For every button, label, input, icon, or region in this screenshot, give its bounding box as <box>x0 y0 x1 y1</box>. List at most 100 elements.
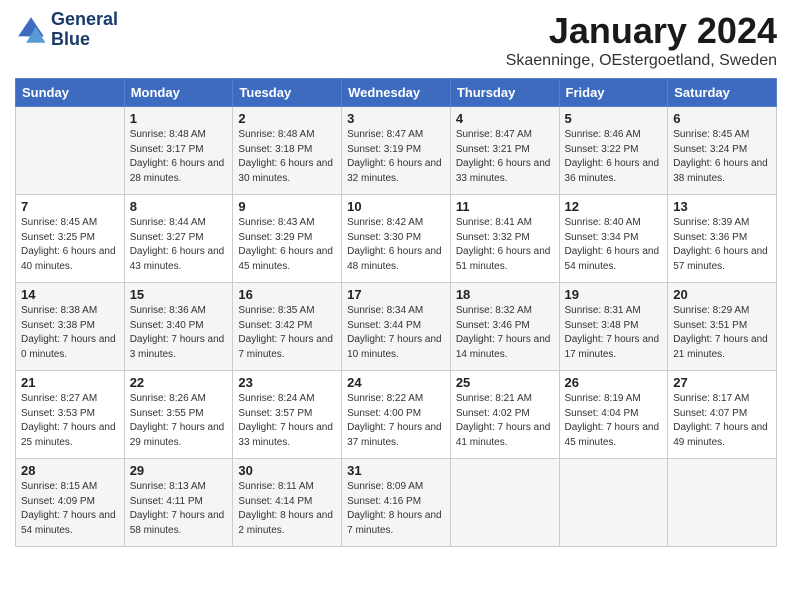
weekday-header-wednesday: Wednesday <box>342 79 451 107</box>
calendar-cell <box>668 459 777 547</box>
title-area: January 2024 Skaenninge, OEstergoetland,… <box>506 10 777 70</box>
calendar-cell: 19 Sunrise: 8:31 AMSunset: 3:48 PMDayligh… <box>559 283 668 371</box>
logo-icon <box>15 14 47 46</box>
day-number: 3 <box>347 111 445 126</box>
calendar-cell: 28Sunrise: 8:15 AMSunset: 4:09 PMDayligh… <box>16 459 125 547</box>
calendar-cell: 8 Sunrise: 8:44 AMSunset: 3:27 PMDaylight… <box>124 195 233 283</box>
calendar-week-row: 14 Sunrise: 8:38 AMSunset: 3:38 PMDayligh… <box>16 283 777 371</box>
calendar-cell: 4 Sunrise: 8:47 AMSunset: 3:21 PMDaylight… <box>450 107 559 195</box>
calendar-cell: 21 Sunrise: 8:27 AMSunset: 3:53 PMDayligh… <box>16 371 125 459</box>
day-number: 29 <box>130 463 228 478</box>
day-info: Sunrise: 8:48 AMSunset: 3:18 PMDaylight:… <box>238 128 336 186</box>
calendar-week-row: 1 Sunrise: 8:48 AMSunset: 3:17 PMDaylight… <box>16 107 777 195</box>
day-info: Sunrise: 8:36 AMSunset: 3:40 PMDaylight:… <box>130 304 228 362</box>
day-info: Sunrise: 8:21 AMSunset: 4:02 PMDaylight:… <box>456 392 554 450</box>
day-number: 20 <box>673 287 771 302</box>
day-info: Sunrise: 8:19 AMSunset: 4:04 PMDaylight:… <box>565 392 663 450</box>
day-number: 22 <box>130 375 228 390</box>
day-number: 18 <box>456 287 554 302</box>
calendar-cell: 27 Sunrise: 8:17 AMSunset: 4:07 PMDayligh… <box>668 371 777 459</box>
calendar-week-row: 28Sunrise: 8:15 AMSunset: 4:09 PMDayligh… <box>16 459 777 547</box>
day-number: 27 <box>673 375 771 390</box>
calendar-cell: 14 Sunrise: 8:38 AMSunset: 3:38 PMDayligh… <box>16 283 125 371</box>
calendar-cell: 10Sunrise: 8:42 AMSunset: 3:30 PMDayligh… <box>342 195 451 283</box>
calendar-table: SundayMondayTuesdayWednesdayThursdayFrid… <box>15 78 777 547</box>
day-info: Sunrise: 8:15 AMSunset: 4:09 PMDaylight:… <box>21 480 119 538</box>
day-info: Sunrise: 8:39 AMSunset: 3:36 PMDaylight:… <box>673 216 771 274</box>
day-info: Sunrise: 8:48 AMSunset: 3:17 PMDaylight:… <box>130 128 228 186</box>
weekday-header-thursday: Thursday <box>450 79 559 107</box>
logo-text: General Blue <box>51 10 118 50</box>
day-info: Sunrise: 8:17 AMSunset: 4:07 PMDaylight:… <box>673 392 771 450</box>
day-number: 17 <box>347 287 445 302</box>
calendar-cell: 11 Sunrise: 8:41 AMSunset: 3:32 PMDayligh… <box>450 195 559 283</box>
month-title: January 2024 <box>506 10 777 52</box>
day-info: Sunrise: 8:35 AMSunset: 3:42 PMDaylight:… <box>238 304 336 362</box>
calendar-cell: 22 Sunrise: 8:26 AMSunset: 3:55 PMDayligh… <box>124 371 233 459</box>
day-info: Sunrise: 8:40 AMSunset: 3:34 PMDaylight:… <box>565 216 663 274</box>
calendar-cell: 31 Sunrise: 8:09 AMSunset: 4:16 PMDayligh… <box>342 459 451 547</box>
calendar-cell: 9Sunrise: 8:43 AMSunset: 3:29 PMDaylight… <box>233 195 342 283</box>
day-number: 15 <box>130 287 228 302</box>
calendar-cell: 6Sunrise: 8:45 AMSunset: 3:24 PMDaylight… <box>668 107 777 195</box>
day-number: 16 <box>238 287 336 302</box>
day-number: 1 <box>130 111 228 126</box>
calendar-cell <box>450 459 559 547</box>
location-title: Skaenninge, OEstergoetland, Sweden <box>506 52 777 70</box>
day-number: 14 <box>21 287 119 302</box>
header: General Blue January 2024 Skaenninge, OE… <box>15 10 777 70</box>
calendar-cell <box>559 459 668 547</box>
calendar-cell: 29 Sunrise: 8:13 AMSunset: 4:11 PMDayligh… <box>124 459 233 547</box>
calendar-cell: 1 Sunrise: 8:48 AMSunset: 3:17 PMDaylight… <box>124 107 233 195</box>
day-info: Sunrise: 8:29 AMSunset: 3:51 PMDaylight:… <box>673 304 771 362</box>
day-number: 23 <box>238 375 336 390</box>
day-info: Sunrise: 8:32 AMSunset: 3:46 PMDaylight:… <box>456 304 554 362</box>
calendar-cell: 5 Sunrise: 8:46 AMSunset: 3:22 PMDaylight… <box>559 107 668 195</box>
calendar-cell: 26Sunrise: 8:19 AMSunset: 4:04 PMDayligh… <box>559 371 668 459</box>
day-number: 8 <box>130 199 228 214</box>
calendar-cell: 25Sunrise: 8:21 AMSunset: 4:02 PMDayligh… <box>450 371 559 459</box>
weekday-header-tuesday: Tuesday <box>233 79 342 107</box>
day-number: 30 <box>238 463 336 478</box>
day-info: Sunrise: 8:31 AMSunset: 3:48 PMDaylight:… <box>565 304 663 362</box>
calendar-week-row: 7Sunrise: 8:45 AMSunset: 3:25 PMDaylight… <box>16 195 777 283</box>
day-info: Sunrise: 8:22 AMSunset: 4:00 PMDaylight:… <box>347 392 445 450</box>
day-info: Sunrise: 8:09 AMSunset: 4:16 PMDaylight:… <box>347 480 445 538</box>
day-number: 11 <box>456 199 554 214</box>
calendar-body: 1 Sunrise: 8:48 AMSunset: 3:17 PMDaylight… <box>16 107 777 547</box>
day-info: Sunrise: 8:47 AMSunset: 3:19 PMDaylight:… <box>347 128 445 186</box>
day-number: 5 <box>565 111 663 126</box>
day-info: Sunrise: 8:44 AMSunset: 3:27 PMDaylight:… <box>130 216 228 274</box>
day-number: 4 <box>456 111 554 126</box>
day-number: 19 <box>565 287 663 302</box>
calendar-cell: 15 Sunrise: 8:36 AMSunset: 3:40 PMDayligh… <box>124 283 233 371</box>
calendar-cell: 16 Sunrise: 8:35 AMSunset: 3:42 PMDayligh… <box>233 283 342 371</box>
day-number: 13 <box>673 199 771 214</box>
day-info: Sunrise: 8:34 AMSunset: 3:44 PMDaylight:… <box>347 304 445 362</box>
weekday-header-monday: Monday <box>124 79 233 107</box>
day-info: Sunrise: 8:13 AMSunset: 4:11 PMDaylight:… <box>130 480 228 538</box>
calendar-cell <box>16 107 125 195</box>
day-number: 24 <box>347 375 445 390</box>
calendar-cell: 18 Sunrise: 8:32 AMSunset: 3:46 PMDayligh… <box>450 283 559 371</box>
weekday-header-sunday: Sunday <box>16 79 125 107</box>
day-info: Sunrise: 8:42 AMSunset: 3:30 PMDaylight:… <box>347 216 445 274</box>
day-number: 21 <box>21 375 119 390</box>
day-info: Sunrise: 8:11 AMSunset: 4:14 PMDaylight:… <box>238 480 336 538</box>
calendar-cell: 12Sunrise: 8:40 AMSunset: 3:34 PMDayligh… <box>559 195 668 283</box>
calendar-cell: 20 Sunrise: 8:29 AMSunset: 3:51 PMDayligh… <box>668 283 777 371</box>
day-number: 31 <box>347 463 445 478</box>
calendar-week-row: 21 Sunrise: 8:27 AMSunset: 3:53 PMDayligh… <box>16 371 777 459</box>
day-info: Sunrise: 8:45 AMSunset: 3:24 PMDaylight:… <box>673 128 771 186</box>
calendar-cell: 13 Sunrise: 8:39 AMSunset: 3:36 PMDayligh… <box>668 195 777 283</box>
day-number: 9 <box>238 199 336 214</box>
day-info: Sunrise: 8:27 AMSunset: 3:53 PMDaylight:… <box>21 392 119 450</box>
day-info: Sunrise: 8:47 AMSunset: 3:21 PMDaylight:… <box>456 128 554 186</box>
day-info: Sunrise: 8:46 AMSunset: 3:22 PMDaylight:… <box>565 128 663 186</box>
calendar-cell: 2Sunrise: 8:48 AMSunset: 3:18 PMDaylight… <box>233 107 342 195</box>
day-info: Sunrise: 8:26 AMSunset: 3:55 PMDaylight:… <box>130 392 228 450</box>
day-info: Sunrise: 8:38 AMSunset: 3:38 PMDaylight:… <box>21 304 119 362</box>
day-info: Sunrise: 8:41 AMSunset: 3:32 PMDaylight:… <box>456 216 554 274</box>
day-number: 7 <box>21 199 119 214</box>
calendar-cell: 17 Sunrise: 8:34 AMSunset: 3:44 PMDayligh… <box>342 283 451 371</box>
